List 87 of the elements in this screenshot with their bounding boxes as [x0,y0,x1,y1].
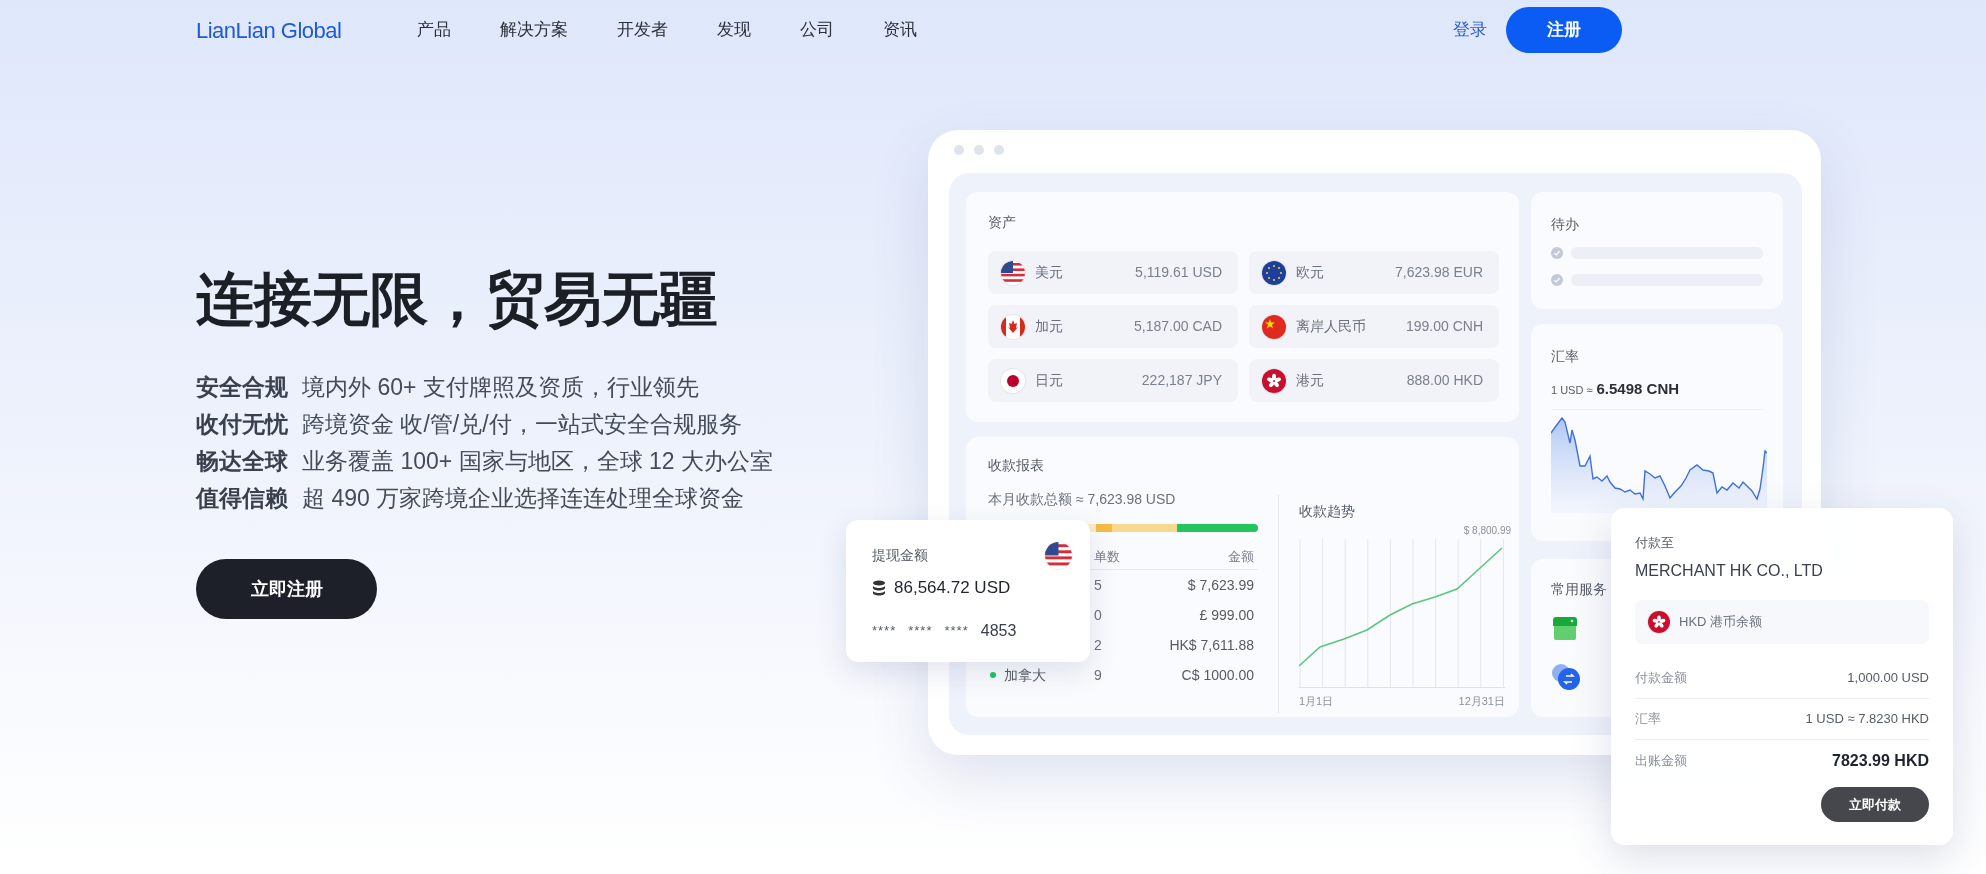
column-header: 金额 [1228,547,1255,566]
detail-value: 1 USD ≈ 7.8230 HKD [1805,710,1929,729]
feature-label: 畅达全球 [196,446,288,476]
feature-label: 收付无忧 [196,409,288,439]
source-account-field[interactable]: HKD 港币余额 [1635,600,1929,644]
card-title: 付款至 [1635,534,1675,552]
check-circle-icon [1551,274,1563,286]
asset-item[interactable]: 日元 222,187 JPY [988,359,1238,402]
asset-item[interactable]: 美元 5,119.61 USD [988,251,1238,294]
card-title: 资产 [988,213,1017,232]
currency-amount: 222,187 JPY [1141,371,1222,390]
flag-icon [1001,260,1025,285]
table-cell-text: 0 [1094,605,1102,625]
card-title: 收款趋势 [1299,502,1356,521]
nav-link[interactable]: 资讯 [883,17,917,43]
currency-amount: 199.00 CNH [1405,317,1483,336]
detail-label: 出账金额 [1635,751,1687,770]
card-title: 收款报表 [988,456,1045,475]
currency-name: 加元 [1035,317,1063,336]
feature-label: 安全合规 [196,372,288,402]
nav-link[interactable]: 发现 [717,17,751,43]
exchange-icon[interactable] [1551,663,1581,691]
table-cell-text: 5 [1094,575,1102,595]
detail-value: 1,000.00 USD [1847,669,1929,688]
axis-label: 1月1日 [1299,694,1334,709]
nav-link[interactable]: 开发者 [617,17,668,43]
logo[interactable]: LianLian Global [196,13,358,47]
feature-text: 跨境资金 收/管/兑/付，一站式安全合规服务 [302,409,742,439]
table-cell-text: $ 7,623.99 [1187,575,1255,595]
currency-name: 日元 [1035,371,1063,390]
feature-label: 值得信赖 [196,483,288,513]
register-button[interactable]: 立即注册 [196,559,377,619]
currency-name: 港元 [1296,371,1324,390]
asset-item[interactable]: 加元 5,187.00 CAD [988,305,1238,348]
feature-text: 超 490 万家跨境企业选择连连处理全球资金 [302,483,745,513]
currency-amount: 5,119.61 USD [1135,263,1222,282]
detail-label: 付款金额 [1635,669,1687,688]
withdraw-amount: 86,564.72 USD [894,577,1011,599]
pay-now-button[interactable]: 立即付款 [1821,787,1929,822]
rate-base: 1 USD ≈ [1551,383,1593,398]
column-header: 单数 [1094,547,1120,566]
masked-digits: **** [872,621,897,640]
nav-link[interactable]: 产品 [417,17,451,43]
card-last-digits: 4853 [980,620,1017,641]
currency-amount: 7,623.98 EUR [1395,263,1483,282]
flag-icon [1262,314,1286,339]
currency-name: 欧元 [1296,263,1324,282]
table-cell-text: 9 [1094,665,1102,685]
card-title: 提现金额 [872,546,928,565]
table-cell-text: 2 [1094,635,1102,655]
nav-link[interactable]: 公司 [800,17,834,43]
flag-icon [1648,611,1670,633]
table-cell-text: 加拿大 [1004,665,1046,685]
feature-text: 业务覆盖 100+ 国家与地区，全球 12 大办公室 [302,446,773,476]
peak-label: $ 8,800.99 [1463,525,1511,537]
card-title: 待办 [1551,215,1580,234]
table-cell-text: HK$ 7,611.88 [1169,635,1255,655]
axis-label: 12月31日 [1458,694,1505,709]
login-link[interactable]: 登录 [1453,17,1487,43]
masked-digits: **** [908,621,933,640]
detail-value: 7823.99 HKD [1832,750,1929,771]
flag-icon [1262,368,1286,393]
currency-amount: 5,187.00 CAD [1134,317,1222,336]
flag-icon [1001,368,1025,393]
currency-name: 美元 [1035,263,1063,282]
detail-label: 汇率 [1635,710,1661,729]
check-circle-icon [1551,247,1563,259]
table-cell-text: £ 999.00 [1199,605,1255,625]
feature-text: 境内外 60+ 支付牌照及资质，行业领先 [302,372,699,402]
masked-digits: **** [944,621,969,640]
card-title: 常用服务 [1551,580,1608,599]
flag-icon [1262,260,1286,285]
nav-link[interactable]: 解决方案 [500,17,568,43]
signup-button[interactable]: 注册 [1506,7,1622,53]
payee-name: MERCHANT HK CO., LTD [1635,561,1824,581]
asset-item[interactable]: 欧元 7,623.98 EUR [1249,251,1499,294]
asset-item[interactable]: 港元 888.00 HKD [1249,359,1499,402]
asset-item[interactable]: 离岸人民币 199.00 CNH [1249,305,1499,348]
flag-icon [1001,314,1025,339]
hero-title: 连接无限，贸易无疆 [196,266,719,332]
total-summary: 本月收款总额 ≈ 7,623.98 USD [988,490,1177,509]
coins-icon [872,579,886,596]
currency-amount: 888.00 HKD [1406,371,1483,390]
currency-name: 离岸人民币 [1296,317,1366,336]
rate-value: 6.5498 CNH [1596,379,1680,399]
card-title: 汇率 [1551,347,1580,366]
table-cell-text: C$ 1000.00 [1181,665,1255,685]
